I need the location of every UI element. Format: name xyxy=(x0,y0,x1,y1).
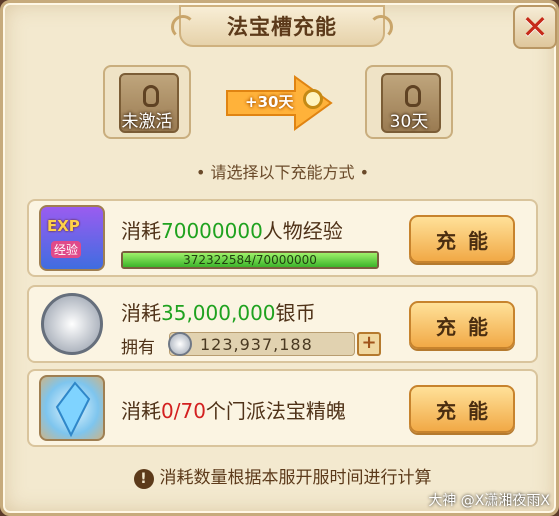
clock-icon xyxy=(303,89,323,109)
crystal-shape xyxy=(55,381,91,438)
notice-text: 消耗数量根据本服开服时间进行计算 xyxy=(159,468,432,488)
cost-amount: 70000000 xyxy=(161,219,263,243)
cost-prefix: 消耗 xyxy=(121,399,161,423)
option-crystal-cost: 消耗0/70个门派法宝精魄 xyxy=(121,395,346,424)
title-plate: 法宝槽充能 xyxy=(171,5,393,47)
exp-potion-icon: EXP 经验 xyxy=(39,205,105,271)
silver-coin-icon xyxy=(41,293,103,355)
slot-after: 30天 xyxy=(365,65,453,139)
own-label: 拥有 xyxy=(121,338,155,358)
warning-icon: ! xyxy=(133,469,154,489)
charge-button-exp[interactable]: 充能 xyxy=(409,215,515,263)
option-crystal: 消耗0/70个门派法宝精魄 充能 xyxy=(27,369,538,447)
page-title: 法宝槽充能 xyxy=(227,15,337,39)
charge-button-silver[interactable]: 充能 xyxy=(409,301,515,349)
option-silver: 消耗35,000,000银币 拥有 123,937,188 + 充能 xyxy=(27,285,538,363)
close-button[interactable]: ✕ xyxy=(513,5,557,49)
bag-icon xyxy=(405,85,421,107)
cost-prefix: 消耗 xyxy=(121,219,161,243)
option-silver-cost: 消耗35,000,000银币 xyxy=(121,297,316,326)
watermark: 大神 @X潇湘夜雨X xyxy=(428,493,550,509)
extend-arrow: +30天 xyxy=(225,73,335,133)
slot-before-label: 未激活 xyxy=(121,112,173,132)
cost-prefix: 消耗 xyxy=(121,301,161,325)
silver-balance-value: 123,937,188 xyxy=(200,335,313,354)
silver-coin-small-icon xyxy=(168,332,192,356)
slot-after-label: 30天 xyxy=(389,112,429,132)
slot-before: 未激活 xyxy=(103,65,191,139)
charge-button-crystal[interactable]: 充能 xyxy=(409,385,515,433)
option-exp: EXP 经验 消耗70000000人物经验 372322584/70000000… xyxy=(27,199,538,277)
cost-suffix: 个门派法宝精魄 xyxy=(205,399,346,423)
notice: ! 消耗数量根据本服开服时间进行计算 xyxy=(3,463,559,489)
add-silver-button[interactable]: + xyxy=(357,332,381,356)
title-ornament-left xyxy=(171,15,195,39)
option-exp-cost: 消耗70000000人物经验 xyxy=(121,215,343,244)
crystal-soul-icon xyxy=(39,375,105,441)
arrow-days-label: +30天 xyxy=(245,93,294,111)
cost-suffix: 银币 xyxy=(275,301,316,325)
hint-text: • 请选择以下充能方式 • xyxy=(195,163,370,182)
title-ornament-right xyxy=(369,15,393,39)
exp-icon-sub: 经验 xyxy=(51,241,82,258)
exp-progress-bar: 372322584/70000000 xyxy=(121,251,379,269)
close-icon: ✕ xyxy=(521,8,549,46)
recharge-panel: 法宝槽充能 ✕ 未激活 +30天 30天 • 请选择以下充能方式 • EXP 经… xyxy=(0,0,559,516)
bag-icon xyxy=(143,85,159,107)
exp-progress-text: 372322584/70000000 xyxy=(183,253,317,267)
exp-icon-text: EXP xyxy=(47,217,80,235)
cost-amount: 35,000,000 xyxy=(161,301,276,325)
silver-balance: 123,937,188 xyxy=(168,332,355,356)
cost-suffix: 人物经验 xyxy=(262,219,343,243)
cost-amount: 0/70 xyxy=(161,399,206,423)
